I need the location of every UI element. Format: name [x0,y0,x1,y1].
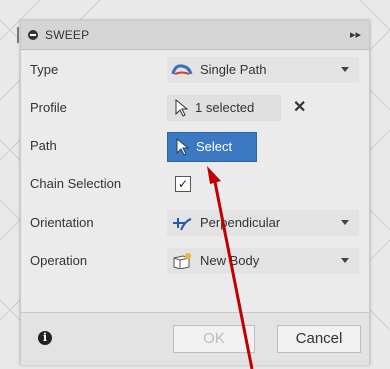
path-label: Path [30,138,57,153]
type-label: Type [30,62,59,77]
ok-button[interactable]: OK [173,325,255,353]
new-body-icon [173,253,191,269]
perpendicular-icon [173,218,192,231]
type-dropdown[interactable]: Single Path [167,57,359,83]
path-row: Path Select [21,131,369,162]
orientation-row: Orientation Perpendicular [21,208,369,238]
profile-value: 1 selected [195,100,255,115]
chain-selection-label: Chain Selection [30,176,122,191]
info-icon[interactable]: i [38,331,52,345]
sweep-command-icon [28,30,38,40]
path-select-label: Select [196,139,233,154]
orientation-value: Perpendicular [200,215,281,230]
double-chevron-right-icon[interactable]: ▸▸ [350,28,361,41]
drag-grip[interactable] [17,27,19,43]
type-value: Single Path [200,62,267,77]
cursor-icon [176,138,190,156]
profile-row: Profile 1 selected ✕ [21,93,369,123]
type-row: Type Single Path [21,55,369,85]
sweep-dialog: SWEEP ▸▸ Type Single Path Profile 1 sele… [17,20,370,365]
cancel-button[interactable]: Cancel [277,325,361,353]
chevron-down-icon [341,220,349,225]
chain-selection-checkbox[interactable]: ✓ [175,176,191,192]
dialog-footer: i OK Cancel [21,312,369,365]
operation-label: Operation [30,253,88,268]
chain-selection-row: Chain Selection ✓ [21,169,369,199]
path-select-button[interactable]: Select [167,132,257,162]
operation-row: Operation New Body [21,246,369,276]
single-path-icon [171,64,193,75]
chevron-down-icon [341,258,349,263]
operation-value: New Body [200,253,260,268]
orientation-label: Orientation [30,215,94,230]
orientation-dropdown[interactable]: Perpendicular [167,210,359,236]
dialog-title: SWEEP [45,28,90,42]
profile-label: Profile [30,100,67,115]
profile-selection[interactable]: 1 selected [167,95,281,121]
chevron-down-icon [341,67,349,72]
dialog-titlebar[interactable]: SWEEP ▸▸ [17,21,369,50]
clear-selection-icon[interactable]: ✕ [293,97,306,117]
cursor-icon [175,99,189,117]
operation-dropdown[interactable]: New Body [167,248,359,274]
